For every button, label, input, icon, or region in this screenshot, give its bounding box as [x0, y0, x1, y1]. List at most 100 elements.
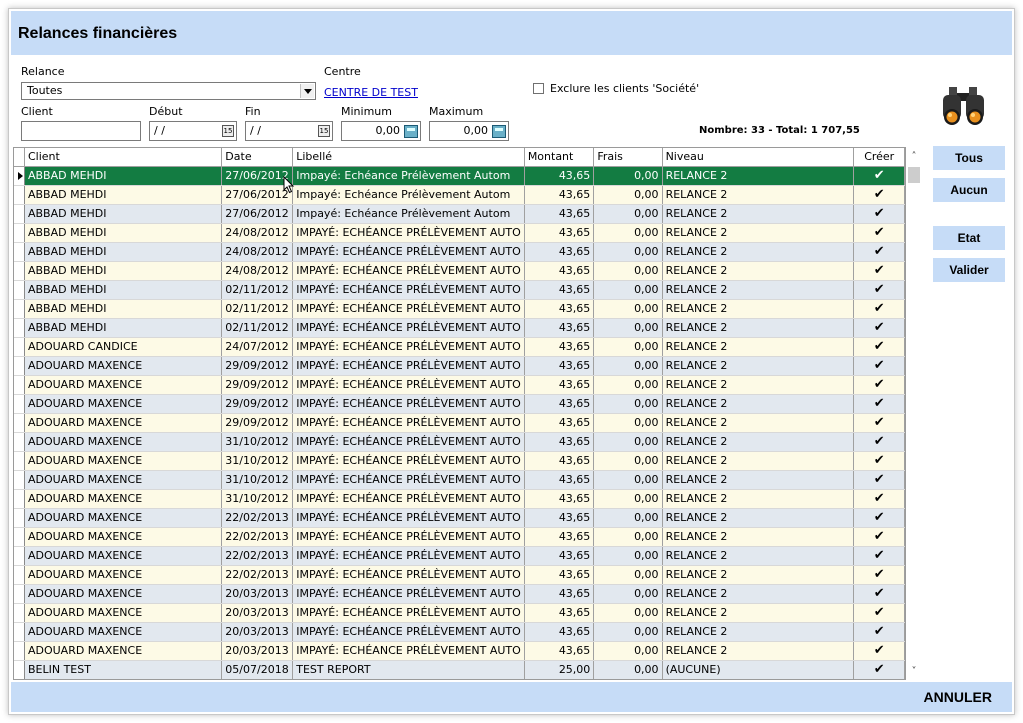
cell-niveau[interactable]: RELANCE 2 [662, 489, 855, 509]
cell-niveau[interactable]: RELANCE 2 [662, 299, 855, 319]
cell-niveau[interactable]: RELANCE 2 [662, 470, 855, 490]
creer-check-icon[interactable]: ✔ [853, 223, 905, 243]
cell-client[interactable]: ABBAD MEHDI [24, 223, 223, 243]
cell-libelle[interactable]: TEST REPORT [292, 660, 525, 679]
row-selector[interactable] [14, 185, 25, 205]
cell-niveau[interactable]: RELANCE 2 [662, 546, 855, 566]
cell-date[interactable]: 02/11/2012 [221, 299, 294, 319]
cell-client[interactable]: ABBAD MEHDI [24, 280, 223, 300]
cell-client[interactable]: ADOUARD MAXENCE [24, 565, 223, 585]
cell-client[interactable]: ADOUARD CANDICE [24, 337, 223, 357]
cell-date[interactable]: 24/08/2012 [221, 242, 294, 262]
cell-client[interactable]: ABBAD MEHDI [24, 318, 223, 338]
cell-niveau[interactable]: RELANCE 2 [662, 280, 855, 300]
cell-montant[interactable]: 43,65 [524, 166, 595, 186]
creer-check-icon[interactable]: ✔ [853, 166, 905, 186]
cell-date[interactable]: 22/02/2013 [221, 508, 294, 528]
creer-check-icon[interactable]: ✔ [853, 204, 905, 224]
cell-frais[interactable]: 0,00 [593, 508, 663, 528]
cell-frais[interactable]: 0,00 [593, 660, 663, 679]
row-selector[interactable] [14, 451, 25, 471]
cell-niveau[interactable]: RELANCE 2 [662, 375, 855, 395]
cell-date[interactable]: 31/10/2012 [221, 470, 294, 490]
table-row[interactable]: ADOUARD MAXENCE 22/02/2013 IMPAYÉ: ECHÉANC… [14, 546, 905, 566]
cell-niveau[interactable]: RELANCE 2 [662, 356, 855, 376]
cell-libelle[interactable]: IMPAYÉ: ECHÉANCE PRÉLÈVEMENT AUTO [292, 261, 525, 281]
row-selector[interactable] [14, 261, 25, 281]
row-selector[interactable] [14, 242, 25, 262]
valider-button[interactable]: Valider [933, 258, 1005, 282]
creer-check-icon[interactable]: ✔ [853, 356, 905, 376]
creer-check-icon[interactable]: ✔ [853, 508, 905, 528]
annuler-button[interactable]: ANNULER [924, 689, 992, 705]
cell-montant[interactable]: 43,65 [524, 546, 595, 566]
cell-montant[interactable]: 43,65 [524, 356, 595, 376]
cell-client[interactable]: ADOUARD MAXENCE [24, 508, 223, 528]
cell-date[interactable]: 29/09/2012 [221, 356, 294, 376]
row-selector[interactable] [14, 470, 25, 490]
cell-montant[interactable]: 43,65 [524, 508, 595, 528]
cell-libelle[interactable]: IMPAYÉ: ECHÉANCE PRÉLÈVEMENT AUTO [292, 280, 525, 300]
creer-check-icon[interactable]: ✔ [853, 489, 905, 509]
cell-client[interactable]: ADOUARD MAXENCE [24, 546, 223, 566]
table-row[interactable]: ABBAD MEHDI 24/08/2012 IMPAYÉ: ECHÉANCE PR… [14, 242, 905, 262]
creer-check-icon[interactable]: ✔ [853, 470, 905, 490]
row-selector[interactable] [14, 489, 25, 509]
cell-frais[interactable]: 0,00 [593, 261, 663, 281]
cell-montant[interactable]: 43,65 [524, 375, 595, 395]
cell-frais[interactable]: 0,00 [593, 166, 663, 186]
cell-client[interactable]: BELIN TEST [24, 660, 223, 679]
table-row[interactable]: ADOUARD MAXENCE 22/02/2013 IMPAYÉ: ECHÉANC… [14, 527, 905, 547]
creer-check-icon[interactable]: ✔ [853, 394, 905, 414]
cell-libelle[interactable]: IMPAYÉ: ECHÉANCE PRÉLÈVEMENT AUTO [292, 603, 525, 623]
cell-niveau[interactable]: RELANCE 2 [662, 242, 855, 262]
creer-check-icon[interactable]: ✔ [853, 527, 905, 547]
cell-montant[interactable]: 43,65 [524, 185, 595, 205]
debut-date-input[interactable]: / / 15 [149, 121, 237, 141]
cell-frais[interactable]: 0,00 [593, 413, 663, 433]
row-selector[interactable] [14, 622, 25, 642]
cell-niveau[interactable]: RELANCE 2 [662, 337, 855, 357]
cell-client[interactable]: ABBAD MEHDI [24, 242, 223, 262]
table-row[interactable]: ADOUARD MAXENCE 22/02/2013 IMPAYÉ: ECHÉANC… [14, 565, 905, 585]
column-header-frais[interactable]: Frais [593, 148, 663, 167]
cell-niveau[interactable]: RELANCE 2 [662, 508, 855, 528]
cell-libelle[interactable]: IMPAYÉ: ECHÉANCE PRÉLÈVEMENT AUTO [292, 394, 525, 414]
column-header-creer[interactable]: Créer [853, 148, 905, 167]
cell-libelle[interactable]: IMPAYÉ: ECHÉANCE PRÉLÈVEMENT AUTO [292, 413, 525, 433]
column-header-libelle[interactable]: Libellé [292, 148, 525, 167]
table-row[interactable]: ADOUARD MAXENCE 29/09/2012 IMPAYÉ: ECHÉANC… [14, 375, 905, 395]
cell-frais[interactable]: 0,00 [593, 489, 663, 509]
cell-client[interactable]: ADOUARD MAXENCE [24, 603, 223, 623]
cell-niveau[interactable]: RELANCE 2 [662, 641, 855, 661]
cell-libelle[interactable]: IMPAYÉ: ECHÉANCE PRÉLÈVEMENT AUTO [292, 489, 525, 509]
cell-montant[interactable]: 43,65 [524, 565, 595, 585]
row-selector[interactable] [14, 394, 25, 414]
cell-frais[interactable]: 0,00 [593, 280, 663, 300]
cell-date[interactable]: 20/03/2013 [221, 584, 294, 604]
cell-libelle[interactable]: IMPAYÉ: ECHÉANCE PRÉLÈVEMENT AUTO [292, 641, 525, 661]
creer-check-icon[interactable]: ✔ [853, 603, 905, 623]
cell-libelle[interactable]: Impayé: Echéance Prélèvement Autom [292, 185, 525, 205]
binoculars-icon[interactable] [939, 85, 989, 127]
row-selector[interactable] [14, 508, 25, 528]
cell-montant[interactable]: 43,65 [524, 394, 595, 414]
cell-date[interactable]: 02/11/2012 [221, 280, 294, 300]
column-header-niveau[interactable]: Niveau [662, 148, 855, 167]
table-row[interactable]: ADOUARD MAXENCE 31/10/2012 IMPAYÉ: ECHÉANC… [14, 489, 905, 509]
creer-check-icon[interactable]: ✔ [853, 622, 905, 642]
cell-date[interactable]: 27/06/2012 [221, 204, 294, 224]
cell-niveau[interactable]: RELANCE 2 [662, 432, 855, 452]
relance-select[interactable]: Toutes [21, 82, 316, 100]
table-row[interactable]: ABBAD MEHDI 02/11/2012 IMPAYÉ: ECHÉANCE PR… [14, 318, 905, 338]
creer-check-icon[interactable]: ✔ [853, 584, 905, 604]
cell-client[interactable]: ABBAD MEHDI [24, 185, 223, 205]
cell-niveau[interactable]: RELANCE 2 [662, 413, 855, 433]
cell-montant[interactable]: 43,65 [524, 641, 595, 661]
cell-montant[interactable]: 43,65 [524, 527, 595, 547]
table-row[interactable]: ADOUARD MAXENCE 29/09/2012 IMPAYÉ: ECHÉANC… [14, 413, 905, 433]
table-row[interactable]: ADOUARD MAXENCE 31/10/2012 IMPAYÉ: ECHÉANC… [14, 470, 905, 490]
cell-frais[interactable]: 0,00 [593, 565, 663, 585]
cell-date[interactable]: 20/03/2013 [221, 603, 294, 623]
cell-montant[interactable]: 43,65 [524, 451, 595, 471]
